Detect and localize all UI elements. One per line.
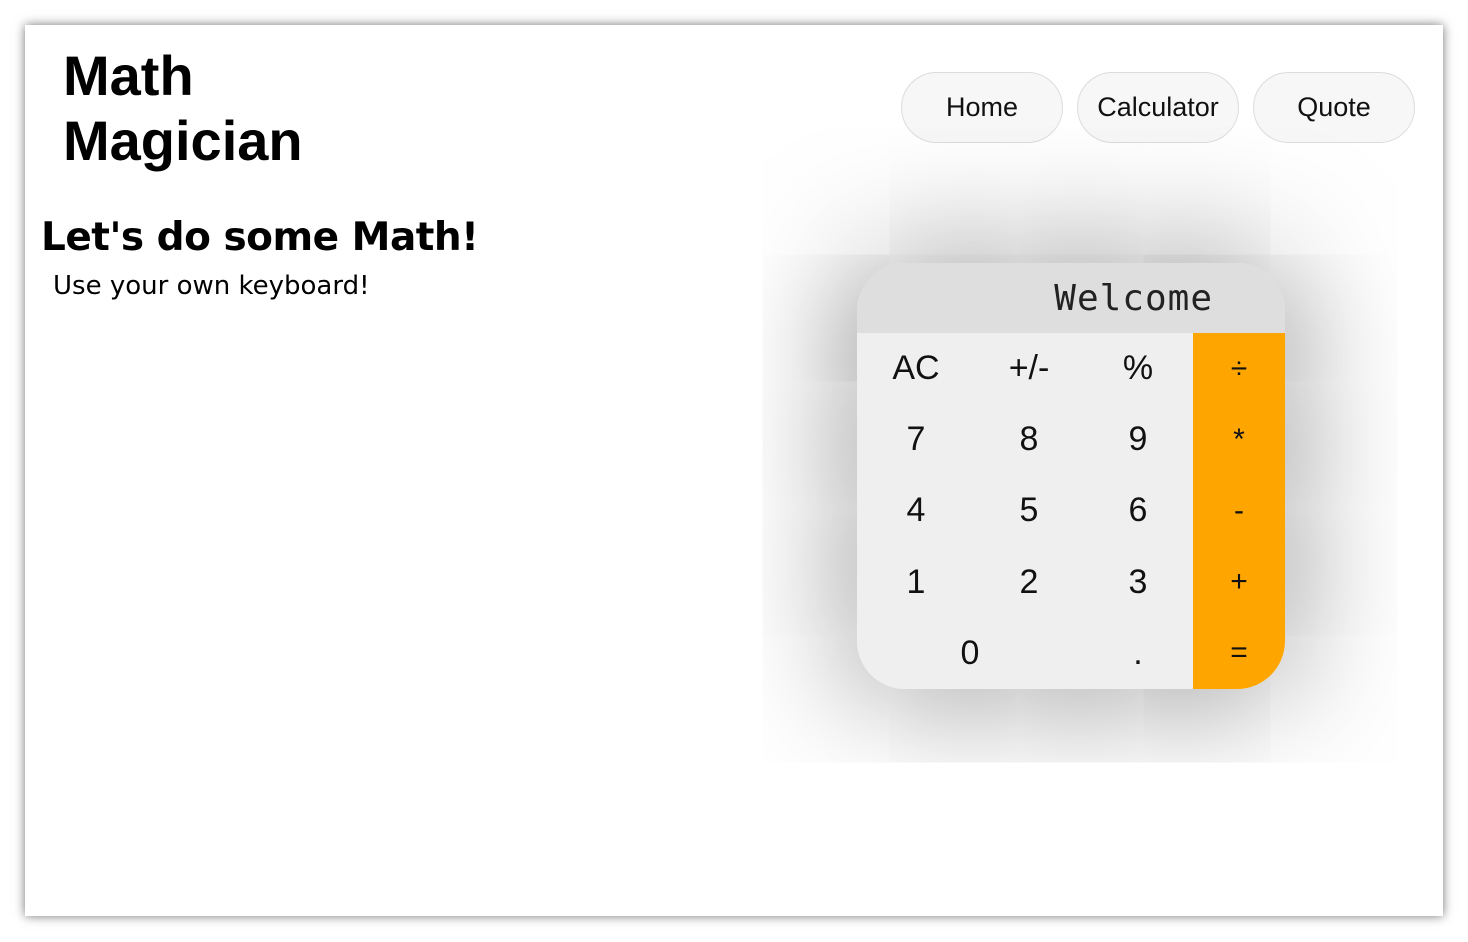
main-nav: Home Calculator Quote [901,72,1415,143]
key-multiply[interactable]: * [1193,404,1285,476]
key-subtract[interactable]: - [1193,475,1285,547]
logo: Math Magician [63,44,303,172]
key-5[interactable]: 5 [975,475,1083,547]
key-divide[interactable]: ÷ [1193,333,1285,405]
app-window: Math Magician Home Calculator Quote Let'… [25,25,1443,916]
key-all-clear[interactable]: AC [857,333,975,405]
nav-home-button[interactable]: Home [901,72,1063,143]
key-equals[interactable]: = [1193,617,1285,689]
calculator-display: Welcome [857,263,1285,333]
calculator: Welcome AC +/- % ÷ 7 8 9 * 4 5 6 - 1 2 3… [857,263,1285,689]
key-add[interactable]: + [1193,546,1285,618]
key-9[interactable]: 9 [1083,404,1193,476]
key-0[interactable]: 0 [857,617,1083,689]
key-4[interactable]: 4 [857,475,975,547]
nav-quote-button[interactable]: Quote [1253,72,1415,143]
key-3[interactable]: 3 [1083,546,1193,618]
page-subheading: Use your own keyboard! [53,271,370,301]
key-1[interactable]: 1 [857,546,975,618]
key-toggle-sign[interactable]: +/- [975,333,1083,405]
page-heading: Let's do some Math! [41,215,479,260]
key-2[interactable]: 2 [975,546,1083,618]
key-7[interactable]: 7 [857,404,975,476]
calculator-keypad: AC +/- % ÷ 7 8 9 * 4 5 6 - 1 2 3 + 0 . = [857,333,1285,689]
key-decimal[interactable]: . [1083,617,1193,689]
key-percent[interactable]: % [1083,333,1193,405]
key-6[interactable]: 6 [1083,475,1193,547]
nav-calculator-button[interactable]: Calculator [1077,72,1239,143]
key-8[interactable]: 8 [975,404,1083,476]
